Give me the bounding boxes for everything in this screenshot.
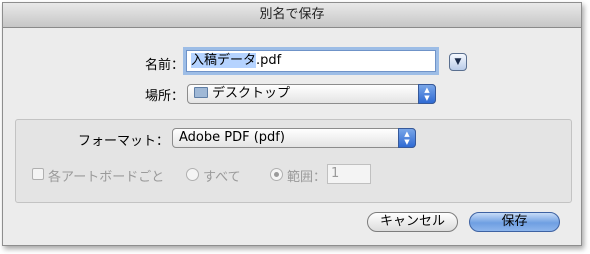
artboard-checkbox[interactable] xyxy=(32,168,44,180)
location-value: デスクトップ xyxy=(212,86,291,101)
range-radio[interactable] xyxy=(270,168,283,181)
format-value: Adobe PDF (pdf) xyxy=(179,130,285,145)
format-popup[interactable]: Adobe PDF (pdf) ▲ ▼ xyxy=(172,128,416,148)
cancel-button[interactable]: キャンセル xyxy=(367,212,458,232)
filename-input[interactable]: 入稿データ.pdf xyxy=(186,50,436,72)
filename-extension: .pdf xyxy=(256,53,282,68)
popup-arrows-icon: ▲ ▼ xyxy=(398,128,416,148)
popup-arrows-icon: ▲ ▼ xyxy=(418,84,436,104)
range-radio-label: 範囲： xyxy=(287,170,327,185)
where-label: 場所： xyxy=(145,89,185,104)
all-radio-label: すべて xyxy=(203,170,241,185)
dialog-title: 別名で保存 xyxy=(3,3,581,28)
all-radio[interactable] xyxy=(186,168,199,181)
save-button[interactable]: 保存 xyxy=(469,212,560,232)
expand-browser-button[interactable]: ▼ xyxy=(449,53,467,71)
triangle-down-icon: ▼ xyxy=(454,57,462,67)
filename-selected-text: 入稿データ xyxy=(191,53,257,68)
range-input[interactable]: 1 xyxy=(327,164,371,184)
name-label: 名前： xyxy=(145,58,185,73)
save-as-dialog: 別名で保存 名前： 入稿データ.pdf ▼ 場所： デスクトップ ▲ ▼ フォーマ… xyxy=(2,2,582,246)
folder-icon xyxy=(194,87,208,98)
format-label: フォーマット： xyxy=(78,134,170,149)
location-popup[interactable]: デスクトップ ▲ ▼ xyxy=(187,84,436,104)
artboard-checkbox-label: 各アートボードごと xyxy=(48,170,165,185)
